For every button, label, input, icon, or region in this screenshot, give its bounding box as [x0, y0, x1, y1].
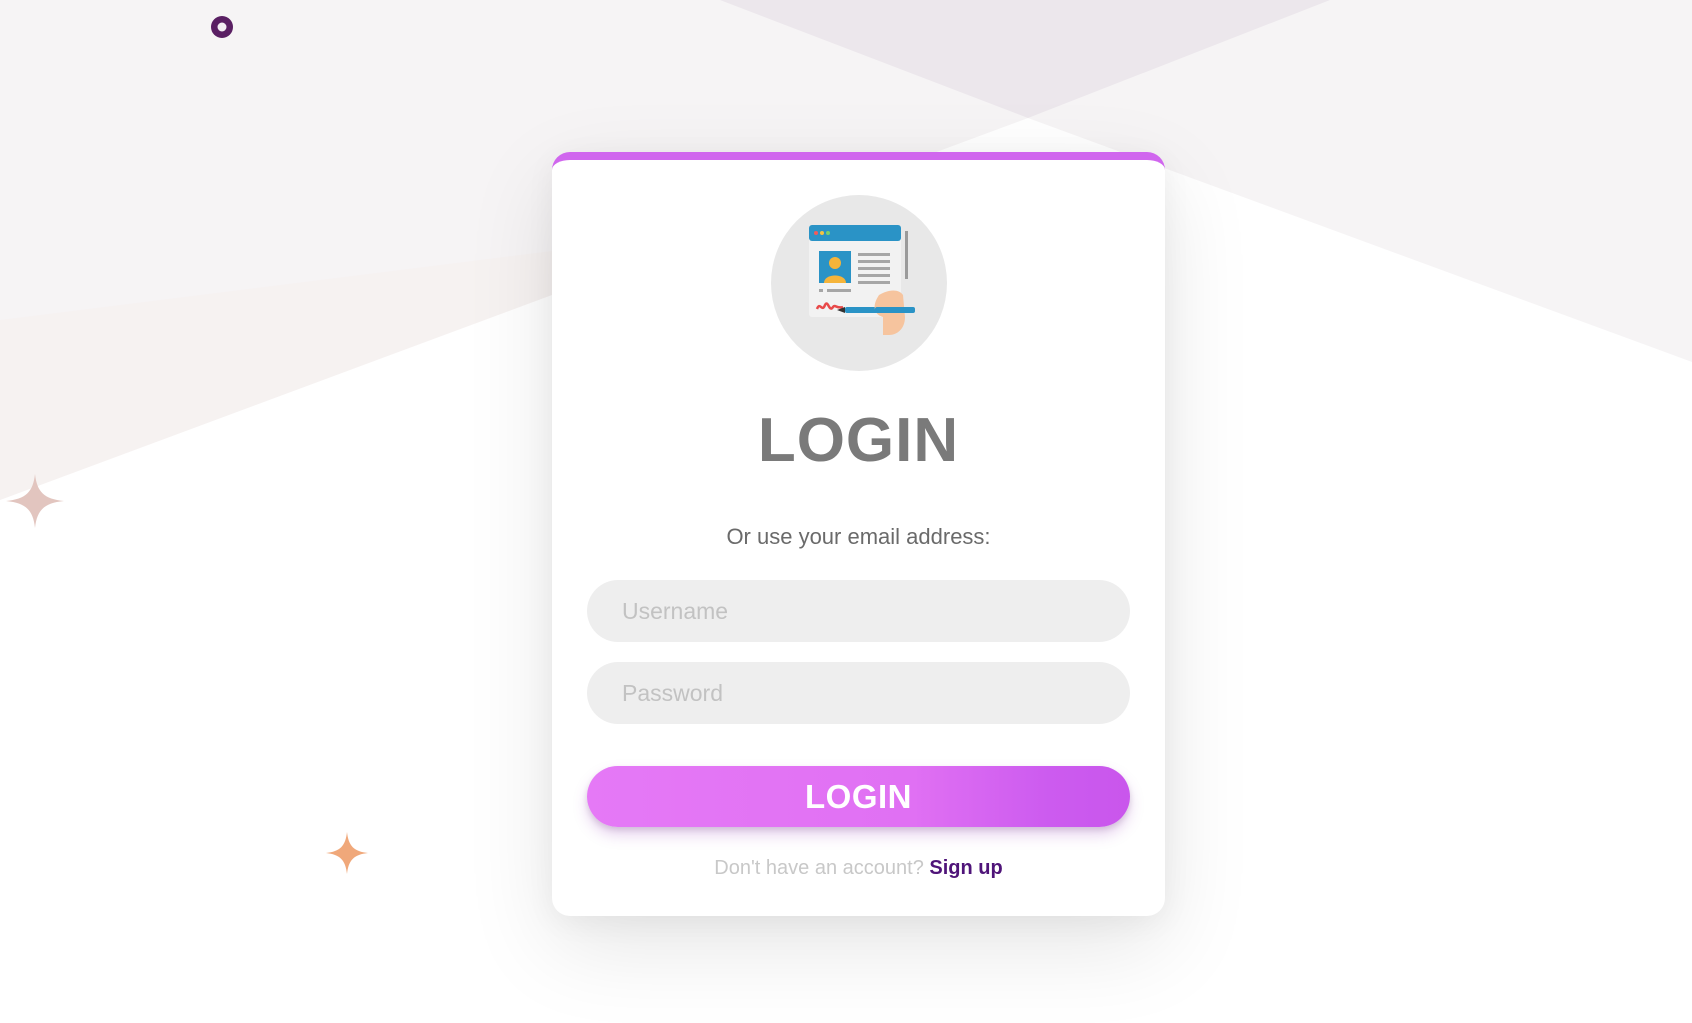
registration-form-illustration — [771, 195, 947, 371]
page-title: LOGIN — [757, 406, 960, 475]
ring-icon — [206, 12, 238, 49]
signup-prompt-text: Don't have an account? — [714, 857, 930, 879]
login-subtitle: Or use your email address: — [726, 524, 991, 549]
signup-prompt: Don't have an account? Sign up — [552, 858, 1165, 878]
sparkle-icon — [4, 472, 66, 535]
login-card: LOGIN Or use your email address: LOGIN D… — [552, 152, 1165, 916]
avatar-icon — [809, 225, 915, 335]
password-input[interactable] — [587, 662, 1130, 724]
login-button[interactable]: LOGIN — [587, 766, 1130, 827]
sparkle-icon — [324, 830, 370, 881]
signup-link[interactable]: Sign up — [929, 857, 1002, 879]
username-input[interactable] — [587, 580, 1130, 642]
